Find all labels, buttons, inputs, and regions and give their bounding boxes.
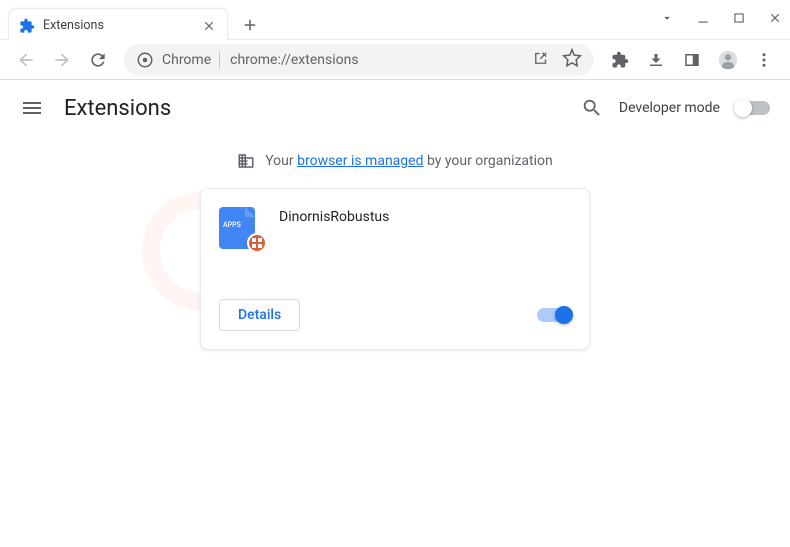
secure-label: Chrome <box>162 52 211 68</box>
tab-strip: Extensions <box>8 8 264 42</box>
extension-name: DinornisRobustus <box>279 207 389 249</box>
extension-app-icon: APPS <box>219 207 261 249</box>
menu-icon[interactable] <box>748 44 780 76</box>
tab-close-button[interactable] <box>201 18 217 34</box>
extension-footer: Details <box>219 299 571 331</box>
managed-notice: Your browser is managed by your organiza… <box>0 146 790 188</box>
developer-mode-toggle[interactable] <box>736 101 770 115</box>
share-icon[interactable] <box>532 49 550 71</box>
page-title: Extensions <box>64 96 171 121</box>
address-bar[interactable]: Chrome chrome://extensions <box>124 44 594 76</box>
extensions-header: Extensions Developer mode <box>0 80 790 136</box>
downloads-icon[interactable] <box>640 44 672 76</box>
new-tab-button[interactable] <box>236 11 264 39</box>
building-icon <box>237 152 255 170</box>
close-window-button[interactable] <box>768 10 782 29</box>
browser-toolbar: Chrome chrome://extensions <box>0 40 790 80</box>
hamburger-menu-icon[interactable] <box>20 96 44 120</box>
divider <box>219 51 220 69</box>
chevron-down-icon[interactable] <box>660 10 674 29</box>
window-titlebar: Extensions <box>0 0 790 40</box>
extension-header: APPS DinornisRobustus <box>219 207 571 249</box>
grid-badge-icon <box>247 233 267 253</box>
search-icon[interactable] <box>581 97 603 119</box>
forward-button[interactable] <box>46 44 78 76</box>
browser-tab[interactable]: Extensions <box>8 8 228 42</box>
browser-managed-link[interactable]: browser is managed <box>297 153 423 169</box>
extension-enable-toggle[interactable] <box>537 308 571 322</box>
notice-text: Your browser is managed by your organiza… <box>265 153 553 169</box>
minimize-button[interactable] <box>696 10 710 29</box>
side-panel-icon[interactable] <box>676 44 708 76</box>
bookmark-icon[interactable] <box>562 48 582 72</box>
omnibox-actions <box>532 48 582 72</box>
url-text: chrome://extensions <box>230 52 522 68</box>
extension-card: APPS DinornisRobustus Details <box>200 188 590 350</box>
tab-title: Extensions <box>43 18 193 33</box>
reload-button[interactable] <box>82 44 114 76</box>
extension-puzzle-icon <box>19 18 35 34</box>
developer-mode-label: Developer mode <box>619 100 720 116</box>
profile-icon[interactable] <box>712 44 744 76</box>
details-button[interactable]: Details <box>219 299 300 331</box>
header-right: Developer mode <box>581 97 770 119</box>
extensions-icon[interactable] <box>604 44 636 76</box>
extensions-content: Your browser is managed by your organiza… <box>0 136 790 350</box>
back-button[interactable] <box>10 44 42 76</box>
site-info[interactable]: Chrome <box>136 51 220 69</box>
maximize-button[interactable] <box>732 10 746 29</box>
